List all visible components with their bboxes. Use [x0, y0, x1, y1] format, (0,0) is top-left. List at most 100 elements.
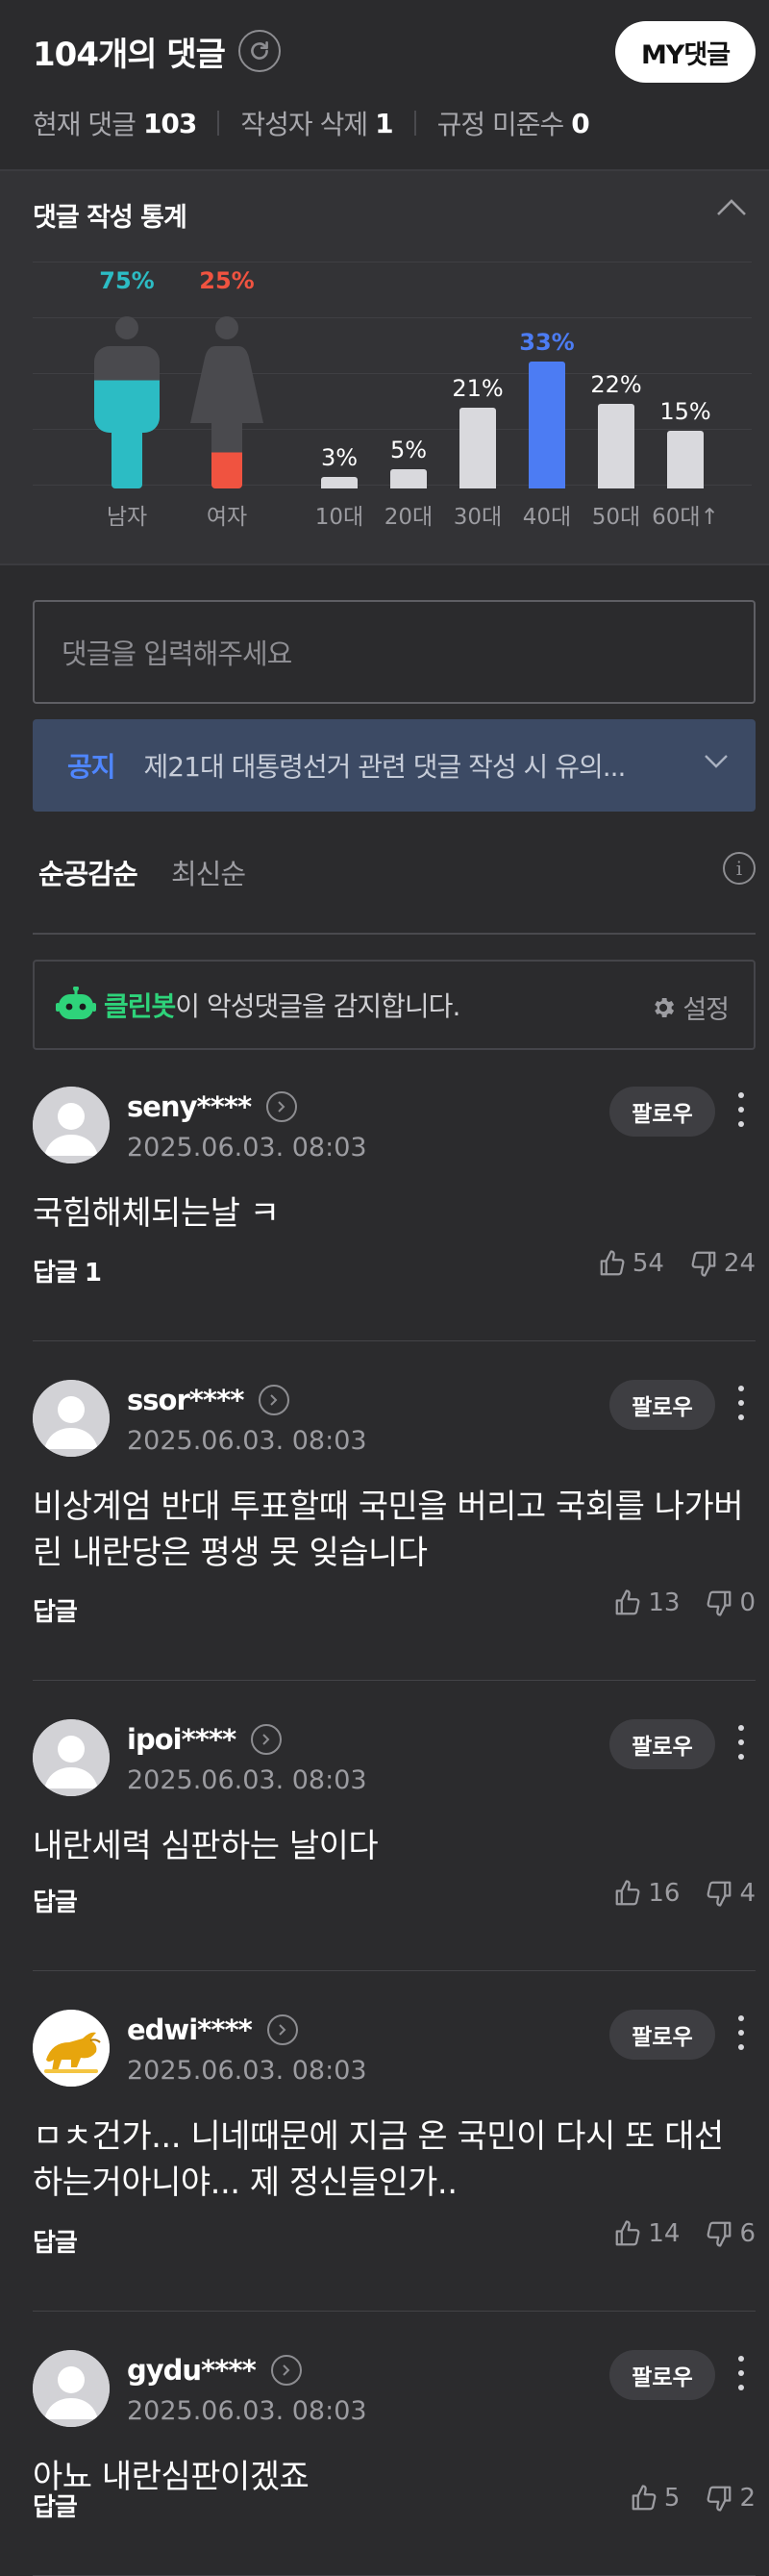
dot: [738, 1739, 744, 1745]
comment-header: 104개의 댓글 MY댓글 현재 댓글 103 작성자 삭제 1 규정 미준수 …: [0, 0, 769, 169]
profile-arrow-button[interactable]: [259, 1385, 290, 1415]
username-text: ipoi****: [127, 1723, 236, 1756]
divider: [33, 2311, 756, 2312]
like-button[interactable]: 14: [613, 2219, 680, 2248]
follow-button[interactable]: 팔로우: [609, 2350, 715, 2400]
comment-username[interactable]: ipoi****: [127, 1723, 283, 1756]
like-button[interactable]: 5: [630, 2484, 680, 2513]
thumbs-up-icon: [615, 1880, 640, 1906]
notice-banner[interactable]: 공지 제21대 대통령선거 관련 댓글 작성 시 유의...: [33, 719, 756, 812]
avatar[interactable]: [33, 1719, 110, 1796]
statistics-title: 댓글 작성 통계: [33, 203, 187, 233]
sort-tabs: 순공감순 최신순 i: [33, 846, 756, 935]
profile-arrow-button[interactable]: [266, 1091, 298, 1122]
dislike-button[interactable]: 2: [705, 2484, 756, 2513]
dot: [738, 1092, 744, 1098]
robot-icon: [56, 987, 96, 1019]
age-label: 20대: [384, 505, 434, 530]
dot: [738, 1414, 744, 1420]
comment-stats: 현재 댓글 103 작성자 삭제 1 규정 미준수 0: [33, 104, 590, 142]
age-percent: 5%: [389, 437, 428, 463]
stat-violation-value: 0: [571, 107, 590, 139]
reply-button[interactable]: 답글: [33, 1592, 78, 1628]
more-options-button[interactable]: [736, 1386, 746, 1428]
follow-button[interactable]: 팔로우: [609, 2010, 715, 2060]
age-percent: 3%: [320, 444, 359, 471]
collapse-button[interactable]: [715, 196, 748, 217]
chevron-right-icon: [262, 1734, 270, 1745]
tab-newest[interactable]: 최신순: [171, 852, 246, 892]
age-bar: [598, 404, 634, 488]
dislike-count: 6: [739, 2219, 756, 2248]
dislike-count: 2: [739, 2484, 756, 2513]
vote-group: 16 4: [613, 1879, 756, 1908]
profile-arrow-button[interactable]: [270, 2355, 302, 2386]
thumbs-up-icon: [632, 2485, 657, 2511]
more-options-button[interactable]: [736, 1092, 746, 1135]
thumbs-up-icon: [615, 2220, 640, 2246]
cleanbot-settings-button[interactable]: 설정: [650, 988, 730, 1026]
avatar[interactable]: [33, 2350, 110, 2427]
comment-item: gydu**** 2025.06.03. 08:03 팔로우 아뇨 내란심판이겠죠 답글…: [0, 2350, 769, 2576]
avatar[interactable]: [33, 2010, 110, 2087]
comment-username[interactable]: ssor****: [127, 1384, 290, 1416]
dislike-button[interactable]: 24: [689, 1249, 756, 1278]
refresh-button[interactable]: [237, 30, 281, 72]
comment-date: 2025.06.03. 08:03: [127, 1426, 367, 1456]
avatar[interactable]: [33, 1087, 110, 1163]
stat-deleted-value: 1: [375, 107, 394, 139]
dislike-count: 0: [739, 1588, 756, 1617]
default-avatar-icon: [33, 1087, 110, 1163]
more-options-button[interactable]: [736, 1725, 746, 1767]
username-text: edwi****: [127, 2013, 253, 2046]
like-button[interactable]: 54: [598, 1249, 664, 1278]
profile-arrow-button[interactable]: [266, 2014, 298, 2045]
cleanbot-brand: 클린봇: [104, 990, 176, 1022]
comment-text: 비상계엄 반대 투표할때 국민을 버리고 국회를 나가버린 내란당은 평생 못 …: [33, 1488, 744, 1572]
comment-username[interactable]: gydu****: [127, 2354, 302, 2387]
avatar[interactable]: [33, 1380, 110, 1457]
dislike-button[interactable]: 0: [705, 1588, 756, 1617]
comment-text: ㅁㅊ건가... 니네때문에 지금 온 국민이 다시 또 대선 하는거아니야...…: [33, 2117, 724, 2202]
chevron-right-icon: [278, 1101, 285, 1113]
more-options-button[interactable]: [736, 2015, 746, 2058]
dislike-button[interactable]: 6: [705, 2219, 756, 2248]
chevron-right-icon: [279, 2024, 286, 2036]
more-options-button[interactable]: [736, 2356, 746, 2398]
comment-username[interactable]: seny****: [127, 1090, 298, 1123]
username-text: gydu****: [127, 2354, 257, 2387]
gear-icon: [655, 997, 675, 1017]
comment-username[interactable]: edwi****: [127, 2013, 298, 2046]
follow-button[interactable]: 팔로우: [609, 1087, 715, 1137]
dislike-button[interactable]: 4: [705, 1879, 756, 1908]
stat-deleted-label: 작성자 삭제: [240, 109, 368, 140]
comment-input[interactable]: 댓글을 입력해주세요: [33, 600, 756, 704]
comment-item: ipoi**** 2025.06.03. 08:03 팔로우 내란세력 심판하는 날이…: [0, 1719, 769, 1971]
comment-count-title: 104개의 댓글: [33, 35, 226, 74]
follow-button[interactable]: 팔로우: [609, 1719, 715, 1769]
like-button[interactable]: 13: [613, 1588, 680, 1617]
thumbs-up-icon: [615, 1589, 640, 1615]
dot: [738, 1386, 744, 1391]
divider: [413, 111, 416, 136]
cleanbot-banner: 클린봇 이 악성댓글을 감지합니다. 설정: [33, 960, 756, 1050]
chevron-down-icon: [705, 755, 728, 768]
age-bar: [459, 408, 496, 488]
info-icon[interactable]: i: [723, 852, 756, 885]
age-label: 40대: [522, 505, 572, 530]
tab-top-liked[interactable]: 순공감순: [38, 852, 138, 892]
reply-button[interactable]: 답글: [33, 2488, 78, 2523]
reply-button[interactable]: 답글: [33, 1883, 78, 1918]
age-percent: 33%: [519, 329, 575, 356]
follow-button[interactable]: 팔로우: [609, 1380, 715, 1430]
reply-button[interactable]: 답글: [33, 2223, 78, 2259]
dot: [738, 1754, 744, 1760]
chevron-right-icon: [270, 1394, 278, 1406]
reply-button[interactable]: 답글 1: [33, 1253, 102, 1288]
like-count: 13: [648, 1588, 681, 1617]
my-comments-button[interactable]: MY댓글: [615, 21, 756, 83]
like-button[interactable]: 16: [613, 1879, 680, 1908]
comment-date: 2025.06.03. 08:03: [127, 2396, 367, 2426]
profile-arrow-button[interactable]: [251, 1724, 283, 1755]
age-bar: [667, 431, 704, 488]
